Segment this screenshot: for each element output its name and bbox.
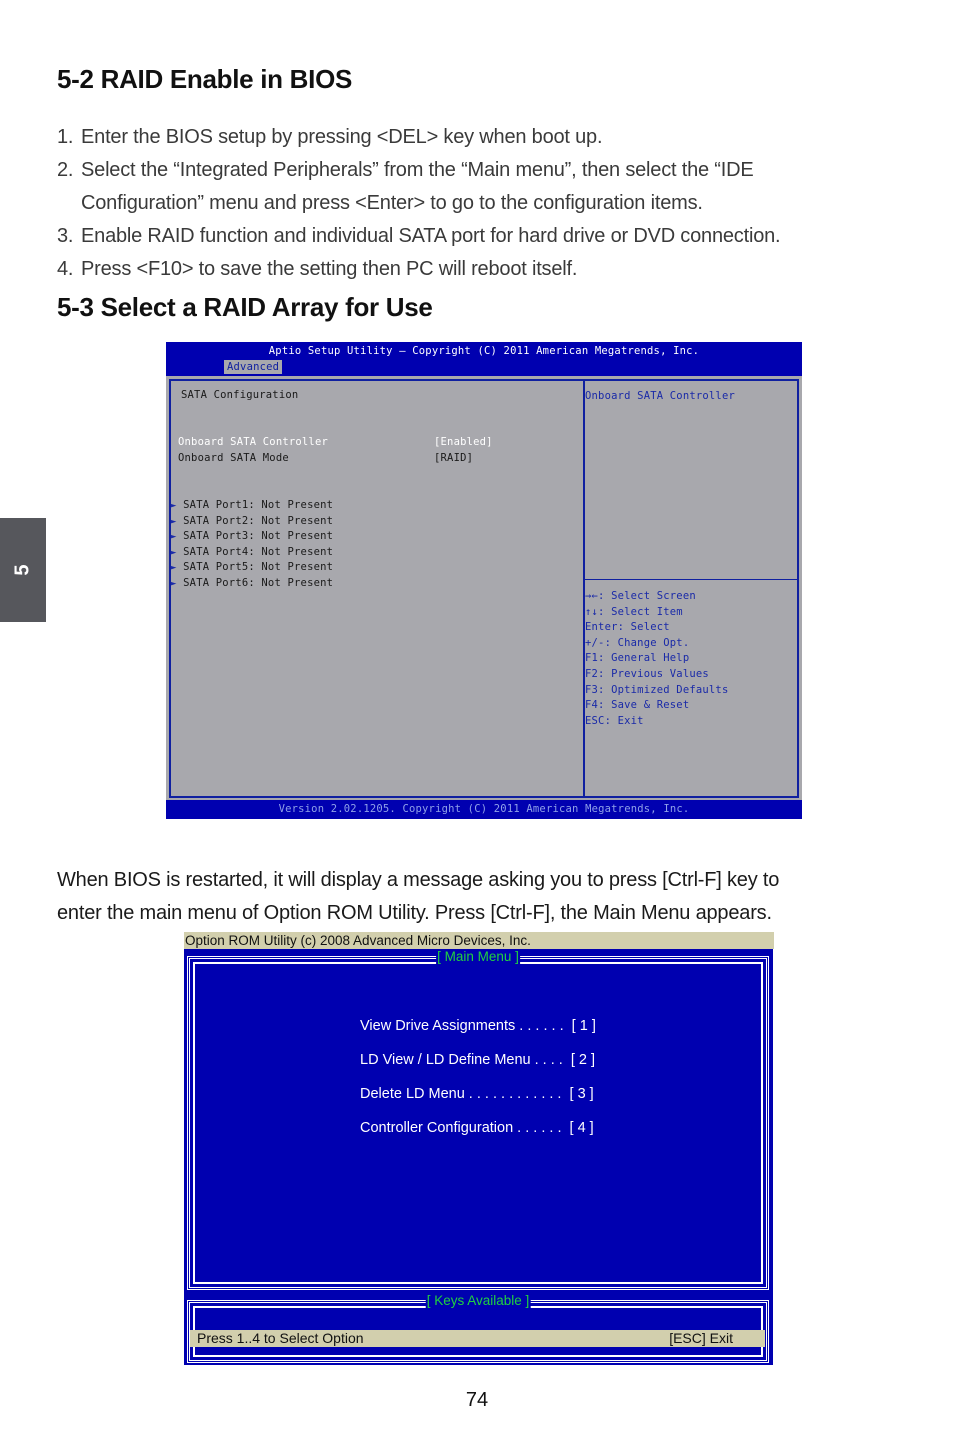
step-number: 3. (57, 225, 74, 247)
help-divider (583, 579, 797, 580)
step-number: 4. (57, 258, 74, 280)
step-4: 4. Press <F10> to save the setting then P… (57, 253, 577, 286)
section-title-raid-enable: 5-2 RAID Enable in BIOS (57, 64, 353, 94)
step-text-continued: Configuration” menu and press <Enter> to… (81, 192, 703, 214)
section-heading: SATA Configuration (181, 389, 299, 401)
step-text: Select the “Integrated Peripherals” from… (81, 159, 754, 181)
bios-settings-panel: SATA Configuration Onboard SATA Controll… (169, 379, 585, 798)
submenu-arrow-icon: ► (171, 547, 177, 558)
sata-port-item[interactable]: ► SATA Port2: Not Present (171, 515, 333, 531)
sata-port-item[interactable]: ► SATA Port3: Not Present (171, 530, 333, 546)
menu-item-controller-configuration[interactable]: Controller Configuration . . . . . . [ 4… (360, 1120, 596, 1154)
key-hint: F2: Previous Values (585, 667, 709, 680)
key-legend: →←: Select Screen ↑↓: Select Item Enter:… (585, 590, 728, 730)
main-menu-label: [ Main Menu ] (436, 949, 520, 965)
sata-port-item[interactable]: ► SATA Port5: Not Present (171, 561, 333, 577)
instruction-paragraph: When BIOS is restarted, it will display … (57, 864, 779, 930)
step-2: 2. Select the “Integrated Peripherals” fr… (57, 154, 754, 220)
bios-title: Aptio Setup Utility – Copyright (C) 2011… (268, 345, 700, 357)
submenu-arrow-icon: ► (171, 578, 177, 589)
key-hint: F3: Optimized Defaults (585, 683, 729, 696)
main-menu-frame: [ Main Menu ] View Drive Assignments . .… (187, 949, 769, 1290)
bios-footer: Version 2.02.1205. Copyright (C) 2011 Am… (278, 803, 690, 815)
submenu-arrow-icon: ► (171, 501, 177, 511)
sata-port-item[interactable]: ► SATA Port1: Not Present (171, 499, 333, 515)
setting-onboard-sata-mode-value[interactable]: [RAID] (434, 452, 473, 464)
step-text: Enable RAID function and individual SATA… (81, 225, 781, 247)
setting-onboard-sata-controller[interactable]: Onboard SATA Controller (178, 436, 328, 448)
rom-status-bar: Press 1..4 to Select Option [ESC] Exit (190, 1330, 765, 1347)
step-number: 1. (57, 126, 74, 148)
menu-item-view-drive-assignments[interactable]: View Drive Assignments . . . . . . [ 1 ] (360, 1018, 596, 1052)
submenu-arrow-icon: ► (171, 563, 177, 574)
page-number: 74 (465, 1389, 489, 1411)
chapter-number: 5 (11, 564, 34, 576)
bios-help-panel: Onboard SATA Controller →←: Select Scree… (583, 379, 799, 798)
menu-item-ld-view-define[interactable]: LD View / LD Define Menu . . . . [ 2 ] (360, 1052, 596, 1086)
main-menu-list: View Drive Assignments . . . . . . [ 1 ]… (360, 1018, 596, 1154)
step-3: 3. Enable RAID function and individual SA… (57, 220, 781, 253)
setting-onboard-sata-controller-value[interactable]: [Enabled] (434, 436, 493, 448)
key-hint: F4: Save & Reset (585, 699, 690, 712)
menu-item-delete-ld[interactable]: Delete LD Menu . . . . . . . . . . . . [… (360, 1086, 596, 1120)
key-hint: ESC: Exit (585, 714, 644, 727)
paragraph-line: When BIOS is restarted, it will display … (57, 869, 780, 891)
step-text: Enter the BIOS setup by pressing <DEL> k… (81, 126, 603, 148)
rom-title-bar: Option ROM Utility (c) 2008 Advanced Mic… (184, 932, 774, 949)
setting-onboard-sata-mode[interactable]: Onboard SATA Mode (178, 452, 289, 464)
key-hint: F1: General Help (585, 652, 690, 665)
step-number: 2. (57, 159, 74, 181)
esc-exit-hint: [ESC] Exit (669, 1330, 733, 1346)
section-title-select-raid-array: 5-3 Select a RAID Array for Use (57, 292, 433, 322)
key-hint: Enter: Select (585, 621, 670, 634)
step-1: 1. Enter the BIOS setup by pressing <DEL>… (57, 121, 603, 154)
key-hint: →←: Select Screen (585, 590, 696, 602)
submenu-arrow-icon: ► (171, 516, 177, 527)
help-title: Onboard SATA Controller (585, 390, 735, 402)
option-rom-screenshot: Option ROM Utility (c) 2008 Advanced Mic… (184, 932, 774, 1365)
paragraph-line: enter the main menu of Option ROM Utilit… (57, 902, 772, 924)
bios-screenshot: Aptio Setup Utility – Copyright (C) 2011… (166, 342, 802, 819)
sata-port-item[interactable]: ► SATA Port4: Not Present (171, 546, 333, 562)
chapter-tab: 5 (0, 518, 46, 622)
sata-port-list: ► SATA Port1: Not Present ► SATA Port2: … (171, 499, 333, 593)
step-text: Press <F10> to save the setting then PC … (81, 258, 578, 280)
key-hint: +/-: Change Opt. (585, 636, 690, 649)
status-hint: Press 1..4 to Select Option (197, 1330, 364, 1346)
bios-body: SATA Configuration Onboard SATA Controll… (166, 376, 802, 800)
sata-port-item[interactable]: ► SATA Port6: Not Present (171, 577, 333, 593)
key-hint: ↑↓: Select Item (585, 605, 683, 618)
tab-advanced[interactable]: Advanced (224, 360, 283, 374)
submenu-arrow-icon: ► (171, 532, 177, 543)
keys-available-label: [ Keys Available ] (425, 1293, 531, 1309)
